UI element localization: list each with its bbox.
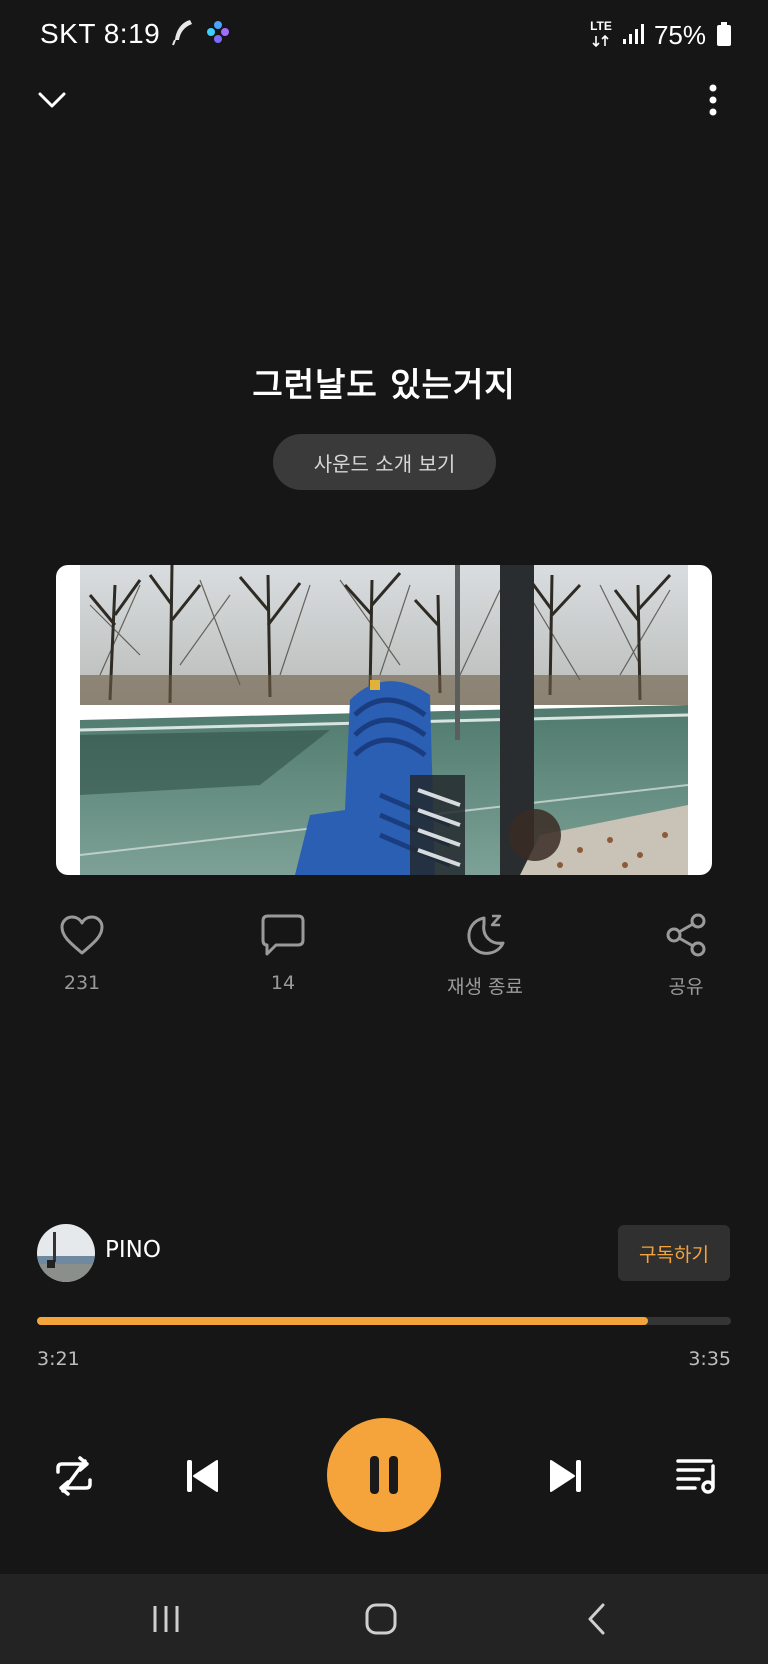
track-title: 그런날도 있는거지 — [252, 365, 516, 404]
signal-icon — [622, 23, 644, 49]
like-count: 231 — [63, 972, 101, 994]
back-button[interactable] — [537, 1574, 657, 1664]
carrier-time: SKT 8:19 — [40, 18, 161, 49]
share-icon — [626, 910, 746, 960]
more-vertical-icon — [709, 84, 717, 116]
recent-apps-button[interactable] — [106, 1574, 226, 1664]
previous-button[interactable] — [172, 1446, 232, 1506]
comment-action[interactable]: 14 — [223, 910, 343, 994]
music-player-screen: SKT 8:19 LTE 75% 그런날도 있는거지 사운드 소개 보기 231… — [0, 0, 768, 1664]
repeat-off-icon — [56, 1456, 92, 1496]
lte-indicator: LTE — [590, 20, 612, 51]
sleep-timer-action[interactable]: 재생 종료 — [425, 910, 545, 999]
channel-avatar[interactable] — [37, 1224, 95, 1282]
back-icon — [588, 1603, 605, 1635]
chevron-down-icon — [38, 92, 66, 108]
album-art — [56, 565, 712, 875]
more-options-button[interactable] — [698, 78, 728, 122]
playlist-icon — [676, 1459, 715, 1494]
battery-icon — [716, 21, 732, 51]
status-bar: SKT 8:19 LTE 75% — [0, 0, 768, 76]
recent-apps-icon — [153, 1606, 179, 1632]
subscribe-button[interactable]: 구독하기 — [618, 1225, 730, 1281]
heart-icon — [22, 910, 142, 960]
comment-icon — [223, 910, 343, 960]
pause-button[interactable] — [327, 1418, 441, 1532]
moon-z-icon — [425, 910, 545, 960]
home-icon — [365, 1603, 397, 1635]
share-label: 공유 — [668, 976, 704, 998]
battery-percent: 75% — [653, 20, 706, 50]
progress-fill — [37, 1317, 648, 1325]
comment-count: 14 — [270, 972, 296, 994]
sparkle-icon — [206, 20, 230, 48]
playlist-button[interactable] — [667, 1446, 727, 1506]
data-arrows-icon — [592, 34, 609, 48]
skip-next-icon — [550, 1460, 581, 1492]
status-left: SKT 8:19 — [40, 18, 230, 50]
pause-icon — [370, 1456, 398, 1494]
progress-bar[interactable] — [37, 1317, 731, 1325]
channel-name[interactable]: PINO — [105, 1237, 161, 1263]
system-navigation-bar — [0, 1574, 768, 1664]
home-button[interactable] — [321, 1574, 441, 1664]
total-time: 3:35 — [688, 1348, 731, 1370]
album-photo — [80, 565, 688, 875]
next-button[interactable] — [536, 1446, 596, 1506]
skip-previous-icon — [187, 1460, 218, 1492]
collapse-button[interactable] — [30, 78, 74, 122]
share-action[interactable]: 공유 — [626, 910, 746, 999]
sleep-timer-label: 재생 종료 — [447, 976, 523, 998]
like-action[interactable]: 231 — [22, 910, 142, 994]
current-time: 3:21 — [37, 1348, 80, 1370]
sound-intro-button[interactable]: 사운드 소개 보기 — [273, 434, 496, 490]
status-right: LTE 75% — [590, 20, 732, 51]
repeat-button[interactable] — [44, 1446, 104, 1506]
feather-icon — [170, 18, 196, 50]
